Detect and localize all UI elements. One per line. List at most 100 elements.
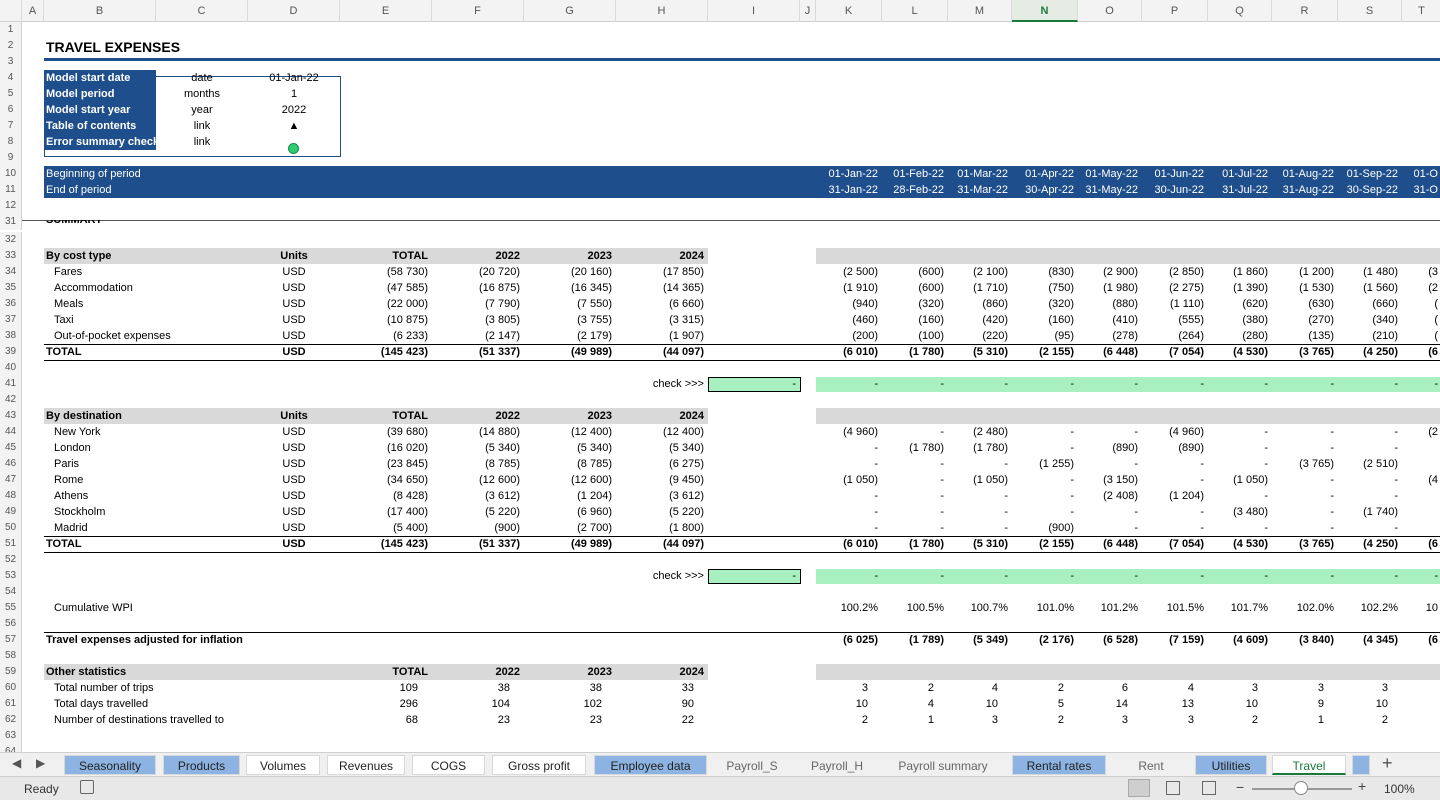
row-header[interactable]: 10 — [0, 166, 22, 182]
row-header[interactable]: 33 — [0, 248, 22, 264]
row-header[interactable]: 1 — [0, 22, 22, 38]
row-header[interactable]: 62 — [0, 712, 22, 728]
row-header[interactable]: 3 — [0, 54, 22, 70]
normal-view-icon[interactable] — [1128, 779, 1150, 797]
row-header[interactable]: 31 — [0, 214, 22, 230]
sheet-tab-travel[interactable]: Travel — [1272, 755, 1346, 775]
row-header[interactable]: 61 — [0, 696, 22, 712]
sheet-tab-employee-data[interactable]: Employee data — [594, 755, 707, 775]
row-header[interactable]: 58 — [0, 648, 22, 664]
row-header[interactable]: 43 — [0, 408, 22, 424]
select-all-corner[interactable] — [0, 0, 22, 22]
column-header[interactable]: K — [816, 0, 882, 22]
row-header[interactable]: 41 — [0, 376, 22, 392]
value-cell: 22 — [681, 714, 694, 726]
column-header[interactable]: E — [340, 0, 432, 22]
page-layout-view-icon[interactable] — [1166, 781, 1180, 795]
sheet-tab-payroll-summary[interactable]: Payroll summary — [880, 755, 1006, 775]
scroll-right-icon[interactable]: ▶ — [36, 756, 45, 770]
row-header[interactable]: 34 — [0, 264, 22, 280]
add-sheet-icon[interactable]: + — [1382, 753, 1393, 774]
row-header[interactable]: 36 — [0, 296, 22, 312]
sheet-tab-payroll-h[interactable]: Payroll_H — [796, 755, 878, 775]
column-header[interactable]: Q — [1208, 0, 1272, 22]
sheet-tab-gross-profit[interactable]: Gross profit — [492, 755, 586, 775]
macro-recorder-icon[interactable] — [80, 780, 94, 794]
column-header[interactable]: C — [156, 0, 248, 22]
row-header[interactable]: 42 — [0, 392, 22, 408]
row-header[interactable]: 51 — [0, 536, 22, 552]
row-header[interactable]: 37 — [0, 312, 22, 328]
row-header[interactable]: 9 — [0, 150, 22, 166]
column-header[interactable]: P — [1142, 0, 1208, 22]
row-header[interactable]: 39 — [0, 344, 22, 360]
row-header[interactable]: 52 — [0, 552, 22, 568]
sheet-tab-volumes[interactable]: Volumes — [246, 755, 320, 775]
row-header[interactable]: 49 — [0, 504, 22, 520]
page-break-view-icon[interactable] — [1202, 781, 1216, 795]
param-value: 2022 — [281, 104, 307, 116]
column-header[interactable]: A — [22, 0, 44, 22]
row-header[interactable]: 48 — [0, 488, 22, 504]
column-header[interactable]: G — [524, 0, 616, 22]
row-header[interactable]: 44 — [0, 424, 22, 440]
column-header[interactable]: H — [616, 0, 708, 22]
sheet-tab-rent[interactable]: Rent — [1112, 755, 1190, 775]
row-header[interactable]: 57 — [0, 632, 22, 648]
column-header[interactable]: R — [1272, 0, 1338, 22]
row-header[interactable]: 8 — [0, 134, 22, 150]
column-header[interactable]: I — [708, 0, 800, 22]
sheet-tab-utilities[interactable]: Utilities — [1195, 755, 1267, 775]
row-header[interactable]: 4 — [0, 70, 22, 86]
row-header[interactable]: 47 — [0, 472, 22, 488]
row-header[interactable]: 12 — [0, 198, 22, 214]
row-header[interactable]: 2 — [0, 38, 22, 54]
row-header[interactable]: 6 — [0, 102, 22, 118]
column-header[interactable]: O — [1078, 0, 1142, 22]
column-header[interactable]: J — [800, 0, 816, 22]
sheet-tab-rental-rates[interactable]: Rental rates — [1012, 755, 1106, 775]
column-header[interactable]: D — [248, 0, 340, 22]
scroll-left-icon[interactable]: ◀ — [12, 756, 21, 770]
row-header[interactable]: 53 — [0, 568, 22, 584]
row-header[interactable]: 54 — [0, 584, 22, 600]
month-value-cell: (4 960) — [1169, 426, 1204, 438]
row-header[interactable]: 7 — [0, 118, 22, 134]
spreadsheet-grid[interactable]: A B C D E F G H I J K L M N O P Q R S T 1 2 3 4 5 6 7 8 9 10 11 12 31 32 3… — [0, 0, 1440, 752]
row-header[interactable]: 55 — [0, 600, 22, 616]
row-header[interactable]: 64 — [0, 744, 22, 752]
column-header[interactable]: F — [432, 0, 524, 22]
row-header[interactable]: 11 — [0, 182, 22, 198]
row-header[interactable]: 38 — [0, 328, 22, 344]
row-header[interactable]: 56 — [0, 616, 22, 632]
row-header[interactable]: 46 — [0, 456, 22, 472]
zoom-in-icon[interactable]: + — [1358, 778, 1366, 794]
column-header[interactable]: B — [44, 0, 156, 22]
zoom-out-icon[interactable]: − — [1236, 779, 1244, 795]
row-header[interactable]: 59 — [0, 664, 22, 680]
row-header[interactable]: 32 — [0, 232, 22, 248]
row-header[interactable]: 50 — [0, 520, 22, 536]
sheet-tab-revenues[interactable]: Revenues — [327, 755, 405, 775]
sheet-tab-seasonality[interactable]: Seasonality — [64, 755, 156, 775]
row-header[interactable]: 60 — [0, 680, 22, 696]
zoom-slider-thumb[interactable] — [1294, 781, 1308, 795]
row-header[interactable]: 40 — [0, 360, 22, 376]
check-cell[interactable]: - — [708, 569, 801, 584]
sheet-tab-cogs[interactable]: COGS — [412, 755, 485, 775]
check-cell[interactable]: - — [708, 377, 801, 392]
row-header[interactable]: 35 — [0, 280, 22, 296]
column-header[interactable]: S — [1338, 0, 1402, 22]
column-header[interactable]: M — [948, 0, 1012, 22]
row-header[interactable]: 45 — [0, 440, 22, 456]
column-header[interactable]: L — [882, 0, 948, 22]
column-header[interactable]: T — [1402, 0, 1440, 22]
total-value: (44 097) — [663, 346, 704, 358]
sheet-tab-products[interactable]: Products — [163, 755, 240, 775]
row-header[interactable]: 63 — [0, 728, 22, 744]
error-check-indicator-icon[interactable] — [288, 143, 299, 154]
sheet-tab-payroll-s[interactable]: Payroll_S — [711, 755, 793, 775]
sheet-tab-overflow[interactable] — [1352, 755, 1370, 775]
row-header[interactable]: 5 — [0, 86, 22, 102]
column-header[interactable]: N — [1012, 0, 1078, 22]
